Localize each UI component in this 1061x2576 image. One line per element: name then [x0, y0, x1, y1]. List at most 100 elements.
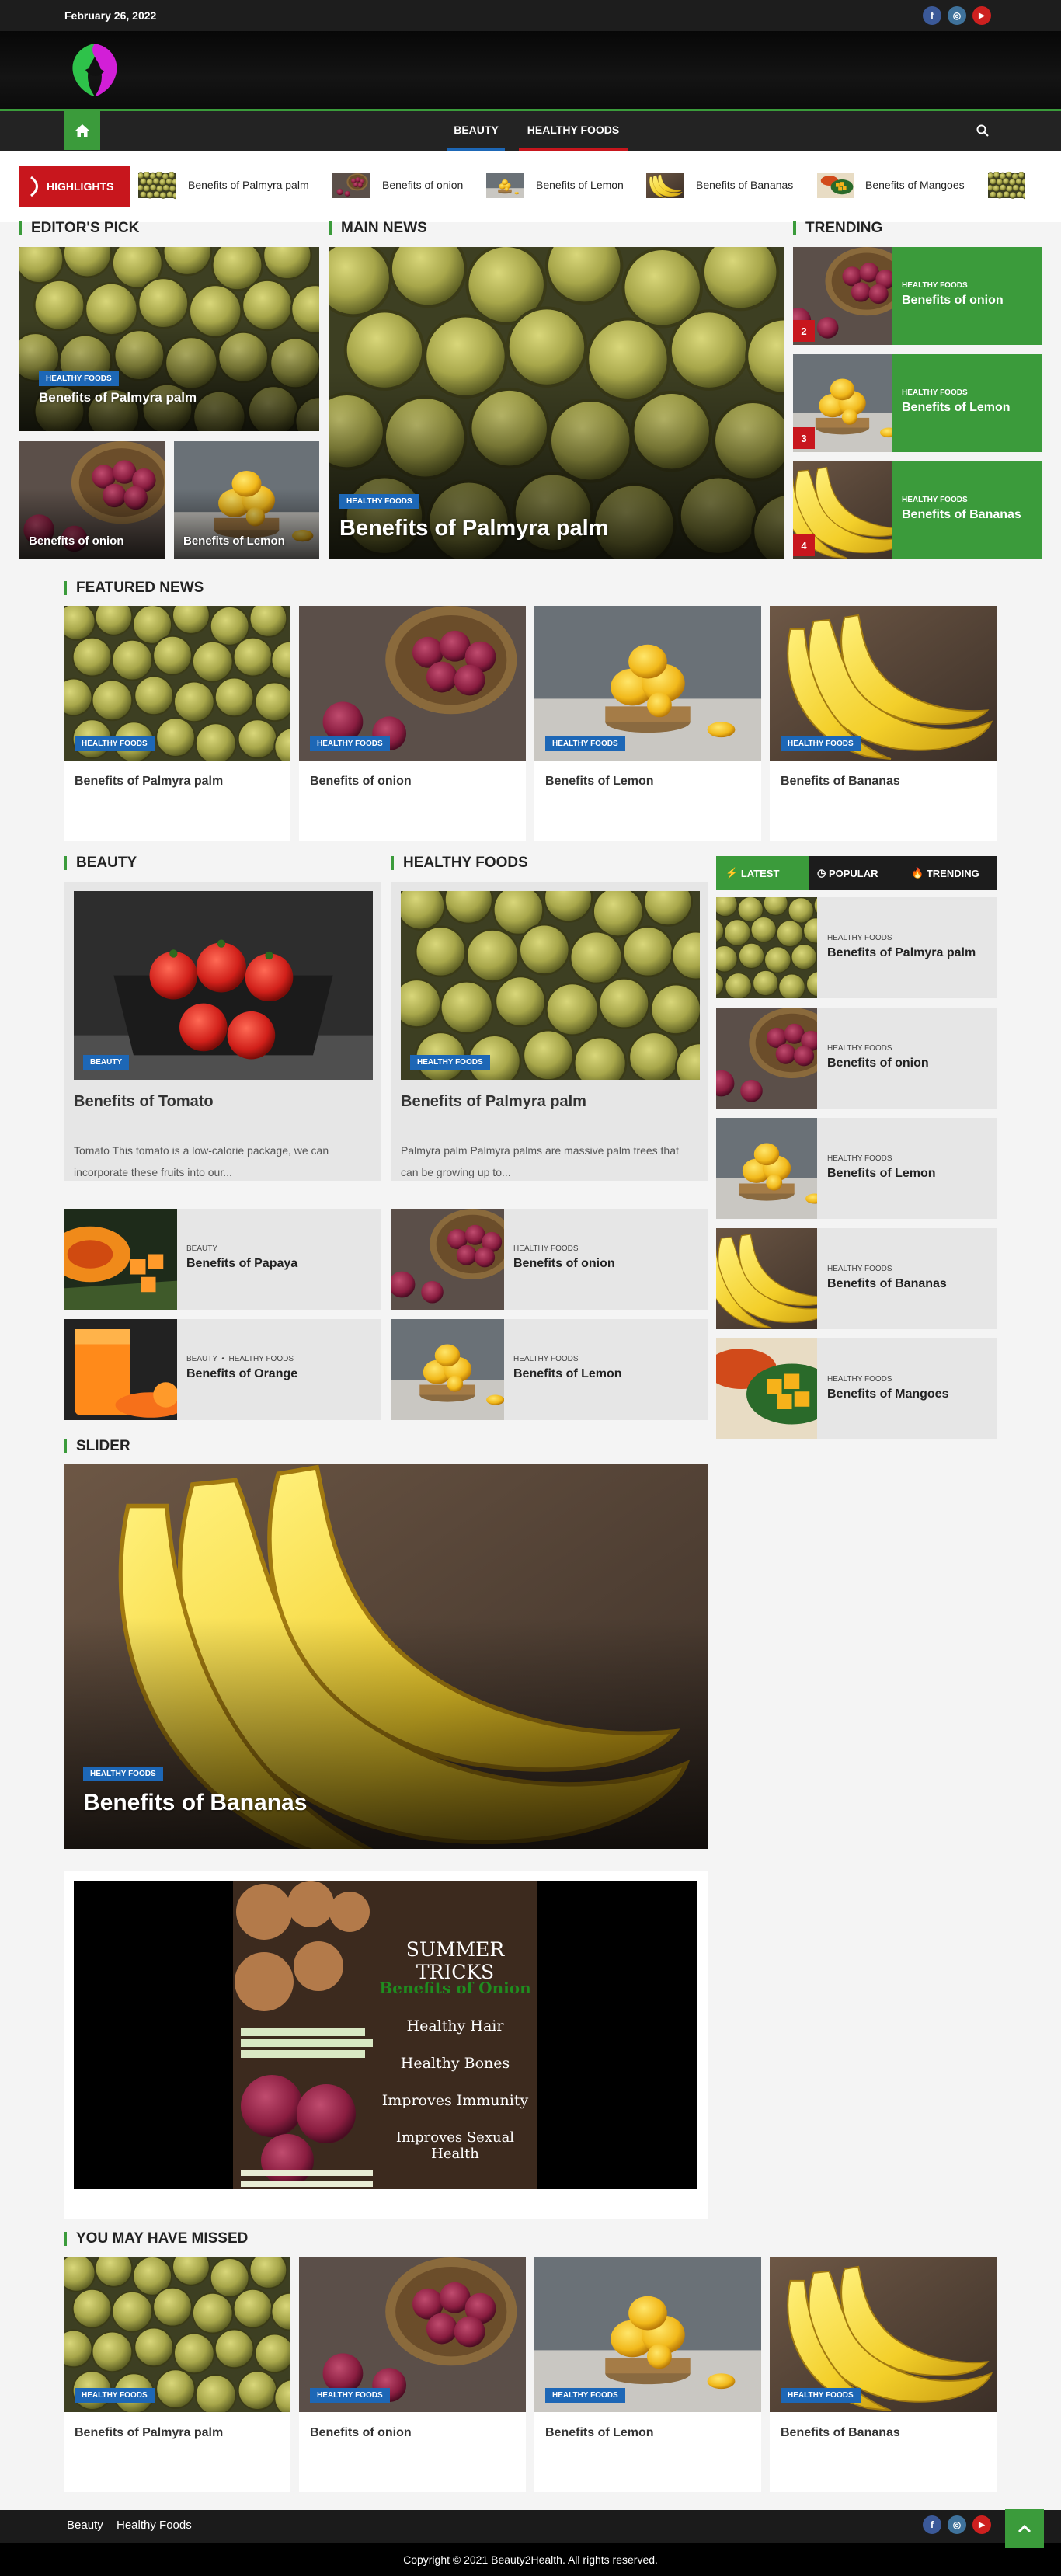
ad-banner[interactable]: SUMMER TRICKS Benefits of Onion Healthy …	[74, 1881, 697, 2189]
category-badge[interactable]: HEALTHY FOODS	[339, 494, 419, 509]
category-badge[interactable]: HEALTHY FOODS	[75, 736, 155, 751]
category-badge[interactable]: BEAUTY	[83, 1055, 130, 1070]
highlight-link[interactable]: Benefits of onion	[382, 179, 463, 191]
category-label[interactable]: HEALTHY FOODS	[827, 1154, 892, 1163]
category-label[interactable]: HEALTHY FOODS	[827, 1265, 892, 1273]
youtube-icon[interactable]: ▶	[972, 6, 991, 25]
category-badge[interactable]: HEALTHY FOODS	[83, 1767, 163, 1781]
tab-list-item[interactable]: HEALTHY FOODS Benefits of Palmyra palm	[716, 897, 997, 998]
list-item[interactable]: BEAUTY Benefits of Papaya	[64, 1209, 381, 1310]
headline[interactable]: Benefits of Palmyra palm	[339, 516, 609, 541]
article-title[interactable]: Benefits of onion	[827, 1057, 929, 1070]
tab-latest[interactable]: ⚡ LATEST	[716, 856, 809, 890]
back-to-top-button[interactable]	[1005, 2509, 1044, 2548]
facebook-icon[interactable]: f	[923, 2515, 941, 2534]
article-title[interactable]: Benefits of Lemon	[183, 534, 285, 548]
youtube-icon[interactable]: ▶	[972, 2515, 991, 2534]
highlight-thumb[interactable]	[646, 167, 684, 204]
category-badge[interactable]: HEALTHY FOODS	[781, 2388, 861, 2403]
article-title[interactable]: Benefits of Lemon	[545, 775, 654, 788]
article-title[interactable]: Benefits of Palmyra palm	[401, 1093, 586, 1111]
highlight-thumb[interactable]	[332, 167, 370, 204]
featured-card[interactable]: HEALTHY FOODS Benefits of Lemon	[534, 606, 761, 841]
footer-link-beauty[interactable]: Beauty	[67, 2519, 103, 2532]
instagram-icon[interactable]: ◎	[948, 6, 966, 25]
article-title[interactable]: Benefits of onion	[310, 775, 412, 788]
main-news-feature[interactable]: HEALTHY FOODS Benefits of Palmyra palm	[329, 247, 784, 559]
category-badge[interactable]: HEALTHY FOODS	[545, 2388, 625, 2403]
tab-popular[interactable]: ◷ POPULAR	[809, 856, 903, 890]
category-badge[interactable]: HEALTHY FOODS	[545, 736, 625, 751]
category-label[interactable]: HEALTHY FOODS	[902, 388, 968, 397]
featured-card[interactable]: HEALTHY FOODS Benefits of Palmyra palm	[64, 606, 290, 841]
instagram-icon[interactable]: ◎	[948, 2515, 966, 2534]
tab-trending[interactable]: 🔥 TRENDING	[903, 856, 997, 890]
missed-card[interactable]: HEALTHY FOODS Benefits of Bananas	[770, 2257, 997, 2492]
article-title[interactable]: Benefits of onion	[29, 534, 124, 548]
list-item[interactable]: HEALTHY FOODS Benefits of Lemon	[391, 1319, 708, 1420]
article-title[interactable]: Benefits of Lemon	[827, 1167, 936, 1181]
article-title[interactable]: Benefits of Bananas	[781, 2426, 900, 2440]
article-title[interactable]: Benefits of Palmyra palm	[75, 775, 223, 788]
nav-item-healthy-foods[interactable]: HEALTHY FOODS	[519, 111, 628, 151]
highlight-link[interactable]: Benefits of Lemon	[536, 179, 624, 191]
category-label[interactable]: BEAUTY	[186, 1244, 217, 1253]
beauty-main-card[interactable]: BEAUTY Benefits of Tomato Tomato This to…	[64, 882, 381, 1181]
search-button[interactable]	[972, 120, 993, 141]
editors-pick-small[interactable]: Benefits of Lemon	[174, 441, 319, 559]
highlight-link[interactable]: Benefits of Mangoes	[865, 179, 965, 191]
category-badge[interactable]: HEALTHY FOODS	[39, 371, 119, 386]
highlight-thumb[interactable]	[817, 167, 854, 204]
category-label[interactable]: BEAUTY • HEALTHY FOODS	[186, 1355, 294, 1363]
highlight-thumb[interactable]	[138, 167, 176, 204]
article-title[interactable]: Benefits of onion	[513, 1257, 615, 1271]
missed-card[interactable]: HEALTHY FOODS Benefits of Lemon	[534, 2257, 761, 2492]
category-label[interactable]: HEALTHY FOODS	[513, 1244, 579, 1253]
category-label[interactable]: HEALTHY FOODS	[902, 281, 968, 290]
highlight-link[interactable]: Benefits of Bananas	[696, 179, 793, 191]
article-title[interactable]: Benefits of Lemon	[902, 401, 1011, 415]
tab-list-item[interactable]: HEALTHY FOODS Benefits of Mangoes	[716, 1338, 997, 1439]
highlight-link[interactable]: Benefits of Palmyra palm	[188, 179, 309, 191]
trending-item[interactable]: 3 HEALTHY FOODS Benefits of Lemon	[793, 354, 1042, 452]
article-title[interactable]: Benefits of Palmyra palm	[827, 946, 976, 960]
category-badge[interactable]: HEALTHY FOODS	[75, 2388, 155, 2403]
tab-list-item[interactable]: HEALTHY FOODS Benefits of onion	[716, 1008, 997, 1109]
article-title[interactable]: Benefits of onion	[310, 2426, 412, 2440]
category-badge[interactable]: HEALTHY FOODS	[310, 2388, 390, 2403]
missed-card[interactable]: HEALTHY FOODS Benefits of Palmyra palm	[64, 2257, 290, 2492]
featured-card[interactable]: HEALTHY FOODS Benefits of onion	[299, 606, 526, 841]
article-title[interactable]: Benefits of Lemon	[545, 2426, 654, 2440]
trending-item[interactable]: 2 HEALTHY FOODS Benefits of onion	[793, 247, 1042, 345]
category-label[interactable]: HEALTHY FOODS	[827, 934, 892, 942]
list-item[interactable]: BEAUTY • HEALTHY FOODS Benefits of Orang…	[64, 1319, 381, 1420]
category-badge[interactable]: HEALTHY FOODS	[310, 736, 390, 751]
nav-item-beauty[interactable]: BEAUTY	[447, 111, 505, 151]
highlight-thumb[interactable]	[486, 167, 524, 204]
list-item[interactable]: HEALTHY FOODS Benefits of onion	[391, 1209, 708, 1310]
article-title[interactable]: Benefits of onion	[902, 294, 1004, 308]
article-title[interactable]: Benefits of Papaya	[186, 1257, 297, 1271]
category-badge[interactable]: HEALTHY FOODS	[410, 1055, 490, 1070]
category-label[interactable]: HEALTHY FOODS	[827, 1375, 892, 1384]
article-title[interactable]: Benefits of Orange	[186, 1367, 297, 1381]
article-title[interactable]: Benefits of Bananas	[902, 508, 1021, 522]
article-title[interactable]: Benefits of Palmyra palm	[39, 390, 197, 406]
tab-list-item[interactable]: HEALTHY FOODS Benefits of Lemon	[716, 1118, 997, 1219]
article-title[interactable]: Benefits of Bananas	[827, 1277, 947, 1291]
article-title[interactable]: Benefits of Bananas	[781, 775, 900, 788]
home-button[interactable]	[64, 111, 100, 150]
healthy-main-card[interactable]: HEALTHY FOODS Benefits of Palmyra palm P…	[391, 882, 708, 1181]
featured-card[interactable]: HEALTHY FOODS Benefits of Bananas	[770, 606, 997, 841]
missed-card[interactable]: HEALTHY FOODS Benefits of onion	[299, 2257, 526, 2492]
trending-item[interactable]: 4 HEALTHY FOODS Benefits of Bananas	[793, 461, 1042, 559]
headline[interactable]: Benefits of Bananas	[83, 1790, 307, 1816]
highlight-thumb[interactable]	[988, 167, 1025, 204]
editors-pick-small[interactable]: Benefits of onion	[19, 441, 165, 559]
article-title[interactable]: Benefits of Mangoes	[827, 1387, 948, 1401]
site-logo[interactable]	[64, 39, 126, 101]
editors-pick-main[interactable]: HEALTHY FOODS Benefits of Palmyra palm	[19, 247, 319, 431]
category-label[interactable]: HEALTHY FOODS	[513, 1355, 579, 1363]
tab-list-item[interactable]: HEALTHY FOODS Benefits of Bananas	[716, 1228, 997, 1329]
slider-slide[interactable]: HEALTHY FOODS Benefits of Bananas	[64, 1464, 708, 1849]
